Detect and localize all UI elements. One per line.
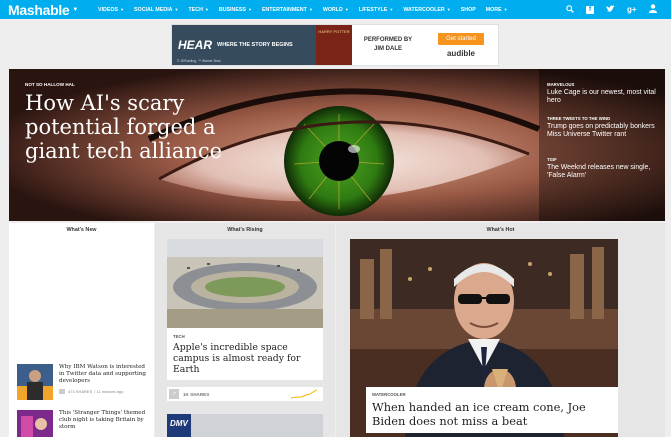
- dmv-sign-text: DMV: [170, 419, 188, 428]
- chevron-down-icon: ▼: [204, 7, 209, 12]
- nav-item-label[interactable]: BUSINESS: [219, 7, 246, 13]
- whats-new-column: What's New Why IBM Watson is interested …: [9, 223, 154, 437]
- side-story-kicker[interactable]: THREE TWEETS TO THE WIND: [547, 116, 659, 121]
- whats-rising-column: What's Rising TECH Apple's incredible sp…: [155, 223, 335, 437]
- chevron-down-icon: ▼: [389, 7, 394, 12]
- nav-item-label[interactable]: SHOP: [461, 7, 476, 13]
- chevron-down-icon: ▼: [308, 7, 313, 12]
- side-story[interactable]: TGIF The Weeknd releases new single, 'Fa…: [547, 157, 659, 180]
- nav-item-label[interactable]: MORE: [486, 7, 502, 13]
- nav-item-watercooler[interactable]: WATERCOOLER ▼: [403, 7, 450, 13]
- google-plus-icon[interactable]: g+: [627, 5, 637, 14]
- nav-item-more[interactable]: MORE ▼: [486, 7, 508, 13]
- story-channel[interactable]: TECH: [167, 328, 323, 339]
- timestamp: / 11 minutes ago: [94, 389, 124, 394]
- story-meta: 473 SHARES / 11 minutes ago: [59, 389, 149, 394]
- apple-campus-image[interactable]: [167, 239, 323, 328]
- audible-ad-banner[interactable]: HEAR WHERE THE STORY BEGINS © JKRowling,…: [171, 24, 499, 66]
- share-count: 1K SHARES: [183, 391, 210, 397]
- nav-item-social-media[interactable]: SOCIAL MEDIA ▼: [134, 7, 178, 13]
- logo-text[interactable]: Mashable: [8, 2, 70, 18]
- nav-item-world[interactable]: WORLD ▼: [323, 7, 349, 13]
- story-title[interactable]: This 'Stranger Things' themed club night…: [59, 410, 149, 431]
- nav-item-business[interactable]: BUSINESS ▼: [219, 7, 252, 13]
- nav-item-shop[interactable]: SHOP: [461, 7, 476, 13]
- story-thumbnail[interactable]: [17, 364, 53, 400]
- facebook-icon[interactable]: f: [586, 5, 594, 14]
- ad-fine-print: © JKRowling, ™ Warner Bros.: [177, 59, 222, 63]
- side-story[interactable]: MARVELOUS Luke Cage is our newest, most …: [547, 82, 659, 105]
- hero-story[interactable]: NOT SO HALLOW HAL How AI's scary potenti…: [9, 69, 665, 221]
- ad-hear-text: HEAR: [178, 38, 213, 52]
- share-icon[interactable]: [59, 389, 65, 394]
- list-item[interactable]: This 'Stranger Things' themed club night…: [17, 410, 149, 437]
- side-story-title[interactable]: Luke Cage is our newest, most vital hero: [547, 89, 659, 105]
- get-started-button[interactable]: Get started: [438, 32, 484, 45]
- trend-sparkline-icon: [291, 389, 317, 399]
- whats-hot-column: What's Hot WATERCOOLER When handed an ic…: [336, 223, 665, 437]
- story-text: Why IBM Watson is interested in Twitter …: [59, 364, 149, 400]
- ad-narrator: JIM DALE: [373, 46, 402, 52]
- story-card-footer: ↗ 1K SHARES: [167, 387, 323, 401]
- story-card[interactable]: DMV: [167, 414, 323, 437]
- search-icon[interactable]: [565, 4, 574, 15]
- side-story-kicker[interactable]: MARVELOUS: [547, 82, 659, 87]
- ad-performer: PERFORMED BY JIM DALE: [352, 25, 424, 65]
- nav-item-entertainment[interactable]: ENTERTAINMENT ▼: [262, 7, 313, 13]
- nav-item-label[interactable]: WATERCOOLER: [403, 7, 444, 13]
- nav-item-videos[interactable]: VIDEOS ▼: [98, 7, 124, 13]
- story-channel[interactable]: WATERCOOLER: [372, 392, 612, 397]
- story-caption[interactable]: WATERCOOLER When handed an ice cream con…: [366, 387, 618, 433]
- nav-item-label[interactable]: SOCIAL MEDIA: [134, 7, 172, 13]
- ad-book-title: HARRY POTTER: [318, 29, 350, 34]
- mashable-logo[interactable]: Mashable ▼: [8, 2, 78, 18]
- story-title[interactable]: When handed an ice cream cone, Joe Biden…: [372, 400, 612, 428]
- ad-headline-panel: HEAR WHERE THE STORY BEGINS © JKRowling,…: [172, 25, 316, 65]
- side-story[interactable]: THREE TWEETS TO THE WIND Trump goes on p…: [547, 116, 659, 139]
- hero-title[interactable]: How AI's scary potential forged a giant …: [25, 91, 265, 163]
- hero-kicker[interactable]: NOT SO HALLOW HAL: [25, 82, 75, 87]
- audible-logo: audible: [446, 48, 475, 58]
- story-text: This 'Stranger Things' themed club night…: [59, 410, 149, 437]
- chevron-down-icon: ▼: [120, 7, 125, 12]
- page: Mashable ▼ VIDEOS ▼ SOCIAL MEDIA ▼ TECH ▼ B…: [0, 0, 671, 437]
- chevron-down-icon: ▼: [503, 7, 508, 12]
- story-thumbnail[interactable]: [17, 410, 53, 437]
- nav-item-label[interactable]: TECH: [188, 7, 202, 13]
- story-title[interactable]: Apple's incredible space campus is almos…: [167, 339, 323, 380]
- ad-tagline: WHERE THE STORY BEGINS: [217, 42, 293, 48]
- story-thumbnail[interactable]: DMV: [167, 414, 323, 437]
- chevron-down-icon: ▼: [174, 7, 179, 12]
- nav-item-label[interactable]: WORLD: [323, 7, 343, 13]
- chevron-down-icon: ▼: [344, 7, 349, 12]
- nav-item-label[interactable]: VIDEOS: [98, 7, 118, 13]
- column-heading: What's Rising: [227, 227, 263, 233]
- nav-item-label[interactable]: LIFESTYLE: [359, 7, 388, 13]
- ad-book-cover: HARRY POTTER: [316, 25, 352, 65]
- story-card[interactable]: WATERCOOLER When handed an ice cream con…: [350, 239, 618, 437]
- column-heading: What's New: [66, 227, 97, 233]
- chevron-down-icon: ▼: [247, 7, 252, 12]
- nav-item-label[interactable]: ENTERTAINMENT: [262, 7, 307, 13]
- story-card[interactable]: TECH Apple's incredible space campus is …: [167, 239, 323, 380]
- story-title[interactable]: Why IBM Watson is interested in Twitter …: [59, 364, 149, 385]
- ad-performed-by: PERFORMED BY: [363, 37, 413, 43]
- nav-menu: VIDEOS ▼ SOCIAL MEDIA ▼ TECH ▼ BUSINESS ▼ EN…: [98, 7, 518, 13]
- side-story-kicker[interactable]: TGIF: [547, 157, 659, 162]
- column-heading: What's Hot: [486, 227, 515, 233]
- ad-cta: Get started audible: [424, 25, 498, 65]
- chevron-down-icon: ▼: [446, 7, 451, 12]
- user-icon[interactable]: [648, 4, 657, 15]
- share-icon[interactable]: ↗: [169, 389, 179, 399]
- nav-item-lifestyle[interactable]: LIFESTYLE ▼: [359, 7, 394, 13]
- side-story-title[interactable]: The Weeknd releases new single, 'False A…: [547, 164, 659, 180]
- top-navigation-bar: Mashable ▼ VIDEOS ▼ SOCIAL MEDIA ▼ TECH ▼ B…: [0, 0, 671, 19]
- twitter-icon[interactable]: [606, 4, 615, 15]
- chevron-down-icon[interactable]: ▼: [72, 7, 78, 13]
- side-story-title[interactable]: Trump goes on predictably bonkers Miss U…: [547, 123, 659, 139]
- share-count: 473 SHARES: [68, 389, 93, 394]
- nav-icons: f g+: [565, 0, 657, 19]
- list-item[interactable]: Why IBM Watson is interested in Twitter …: [17, 364, 149, 400]
- nav-item-tech[interactable]: TECH ▼: [188, 7, 208, 13]
